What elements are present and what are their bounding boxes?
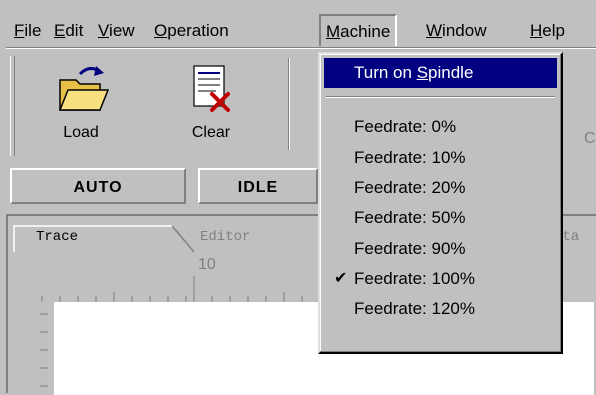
open-folder-icon (58, 66, 110, 111)
menu-view[interactable]: View (98, 18, 135, 44)
toolbar-partial-label: C (584, 130, 596, 147)
feedrate-120-item[interactable]: Feedrate: 120% (324, 294, 557, 324)
menu-operation[interactable]: Operation (154, 18, 229, 44)
menu-help[interactable]: Help (530, 18, 565, 44)
load-label: Load (63, 124, 99, 141)
checkmark-icon: ✔ (334, 270, 348, 287)
clear-label: Clear (191, 124, 231, 141)
menu-bar: File Edit View Operation Machine Window … (0, 0, 596, 46)
toolbar-grip[interactable] (10, 56, 15, 156)
load-button[interactable]: Load (46, 58, 116, 150)
feedrate-0-item[interactable]: Feedrate: 0% (324, 112, 557, 142)
state-indicator: IDLE (198, 168, 318, 204)
menu-machine[interactable]: Machine (319, 14, 398, 46)
clear-document-icon (193, 65, 230, 112)
vertical-ruler-ticks (40, 313, 48, 387)
feedrate-90-item[interactable]: Feedrate: 90% (324, 234, 557, 264)
menu-file[interactable]: File (14, 18, 41, 44)
toolbar-separator (288, 58, 290, 150)
clear-button[interactable]: Clear (176, 58, 246, 150)
feedrate-10-item[interactable]: Feedrate: 10% (324, 143, 557, 173)
turn-on-spindle-item[interactable]: Turn on Spindle (324, 58, 557, 88)
menu-edit[interactable]: Edit (54, 18, 83, 44)
tab-editor[interactable]: Editor (200, 224, 250, 250)
menu-separator (326, 96, 555, 98)
vertical-ruler (18, 302, 48, 395)
tab-trace[interactable]: Trace (26, 224, 196, 250)
menubar-divider (6, 47, 596, 49)
feedrate-20-item[interactable]: Feedrate: 20% (324, 173, 557, 203)
feedrate-100-item[interactable]: ✔ Feedrate: 100% (324, 264, 557, 294)
menu-window[interactable]: Window (426, 18, 486, 44)
feedrate-50-item[interactable]: Feedrate: 50% (324, 203, 557, 233)
mode-indicator: AUTO (10, 168, 186, 204)
machine-menu-dropdown: Turn on Spindle Feedrate: 0% Feedrate: 1… (318, 52, 563, 354)
